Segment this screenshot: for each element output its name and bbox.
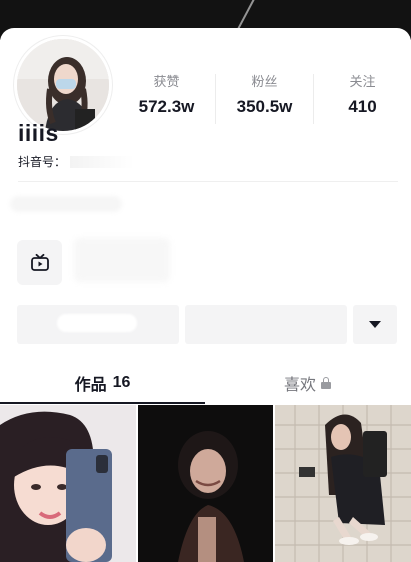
stat-label: 粉丝 (251, 74, 278, 89)
stat-value: 572.3w (138, 97, 195, 116)
divider (18, 181, 398, 182)
action-buttons (17, 305, 397, 344)
douyin-id-value-redacted (70, 155, 135, 168)
stat-value: 410 (348, 97, 377, 116)
douyin-id[interactable]: 抖音号： (18, 153, 135, 170)
more-dropdown-button[interactable] (353, 305, 397, 344)
douyin-id-label: 抖音号： (18, 155, 67, 169)
tv-icon (30, 253, 49, 271)
video-grid (0, 405, 411, 562)
tab-count: 16 (112, 374, 131, 391)
bio-redacted (10, 196, 122, 212)
tab-label: 喜欢 (283, 377, 316, 394)
stat-value: 350.5w (236, 97, 293, 116)
video-thumbnail[interactable] (137, 405, 274, 562)
profile-stats: 获赞 572.3w 粉丝 350.5w 关注 410 (118, 74, 411, 124)
tab-label: 作品 (74, 377, 107, 394)
stat-followers[interactable]: 粉丝 350.5w (215, 74, 313, 124)
stat-label: 关注 (349, 74, 376, 89)
lock-icon (321, 377, 331, 389)
tab-likes[interactable]: 喜欢 (205, 362, 410, 404)
tab-works[interactable]: 作品 16 (0, 362, 205, 404)
profile-tabs: 作品 16 喜欢 (0, 362, 411, 404)
profile-nickname: iiiis (18, 120, 59, 146)
stat-label: 获赞 (153, 74, 180, 89)
stat-following[interactable]: 关注 410 (313, 74, 411, 124)
action-button-primary[interactable] (17, 305, 179, 344)
video-thumbnail[interactable] (275, 405, 411, 562)
action-button-secondary[interactable] (185, 305, 347, 344)
video-thumbnail[interactable] (0, 405, 136, 562)
tv-button[interactable] (17, 240, 62, 285)
avatar-image (17, 39, 109, 131)
button-label-redacted (57, 314, 137, 332)
tv-info-redacted (74, 238, 170, 282)
stat-likes[interactable]: 获赞 572.3w (118, 74, 215, 124)
caret-down-icon (369, 321, 381, 328)
